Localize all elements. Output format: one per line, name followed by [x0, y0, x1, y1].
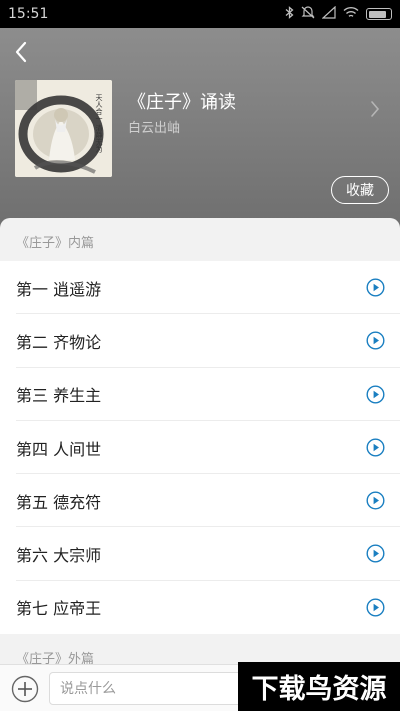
- play-icon[interactable]: [366, 491, 385, 510]
- play-icon[interactable]: [366, 438, 385, 457]
- chapter-title: 第七 应帝王: [16, 599, 102, 619]
- album-title: 《庄子》诵读: [128, 92, 236, 113]
- play-icon[interactable]: [366, 278, 385, 297]
- chapter-row[interactable]: 第二 齐物论: [0, 314, 400, 368]
- chapter-row[interactable]: 第一 逍遥游: [0, 261, 400, 315]
- comment-input[interactable]: [49, 672, 249, 705]
- chapter-title: 第二 齐物论: [16, 332, 102, 352]
- chapter-row[interactable]: 第七 应帝王: [0, 581, 400, 634]
- album-header: 天人合一 清静无为 《庄子》诵读 白云出岫 收藏: [0, 28, 400, 228]
- battery-icon: [366, 8, 392, 20]
- bluetooth-icon: [285, 6, 294, 22]
- chapter-row[interactable]: 第四 人间世: [0, 421, 400, 475]
- chapter-title: 第一 逍遥游: [16, 279, 102, 299]
- chapter-title: 第四 人间世: [16, 439, 102, 459]
- chapter-title: 第五 德充符: [16, 492, 102, 512]
- chapter-list: 第一 逍遥游 第二 齐物论 第三 养生主 第四 人间世 第五 德充符 第六 大宗…: [0, 261, 400, 635]
- play-icon[interactable]: [366, 385, 385, 404]
- play-icon[interactable]: [366, 598, 385, 617]
- play-icon[interactable]: [366, 331, 385, 350]
- chevron-right-icon[interactable]: [370, 100, 380, 122]
- play-icon[interactable]: [366, 544, 385, 563]
- chapter-title: 第三 养生主: [16, 386, 102, 406]
- back-arrow-icon[interactable]: [10, 38, 34, 66]
- mute-icon: [301, 6, 315, 22]
- album-author: 白云出岫: [128, 121, 181, 136]
- status-icons: [285, 5, 392, 22]
- status-time: 15:51: [8, 6, 49, 22]
- cover-caption: 天人合一 清静无为: [95, 94, 103, 153]
- chapter-title: 第六 大宗师: [16, 546, 102, 566]
- status-bar: 15:51: [0, 0, 400, 28]
- wifi-icon: [343, 6, 359, 22]
- chapter-sheet: 《庄子》内篇 第一 逍遥游 第二 齐物论 第三 养生主 第四 人间世 第五 德充…: [0, 218, 400, 711]
- chapter-row[interactable]: 第五 德充符: [0, 474, 400, 528]
- section-label-inner: 《庄子》内篇: [16, 236, 95, 251]
- chapter-row[interactable]: 第六 大宗师: [0, 527, 400, 582]
- album-cover: 天人合一 清静无为: [15, 80, 112, 177]
- watermark-logo: 下载鸟资源: [238, 662, 400, 711]
- chapter-row[interactable]: 第三 养生主: [0, 368, 400, 422]
- add-icon[interactable]: [11, 675, 39, 703]
- no-signal-icon: [321, 5, 336, 22]
- favorite-button[interactable]: 收藏: [331, 176, 389, 204]
